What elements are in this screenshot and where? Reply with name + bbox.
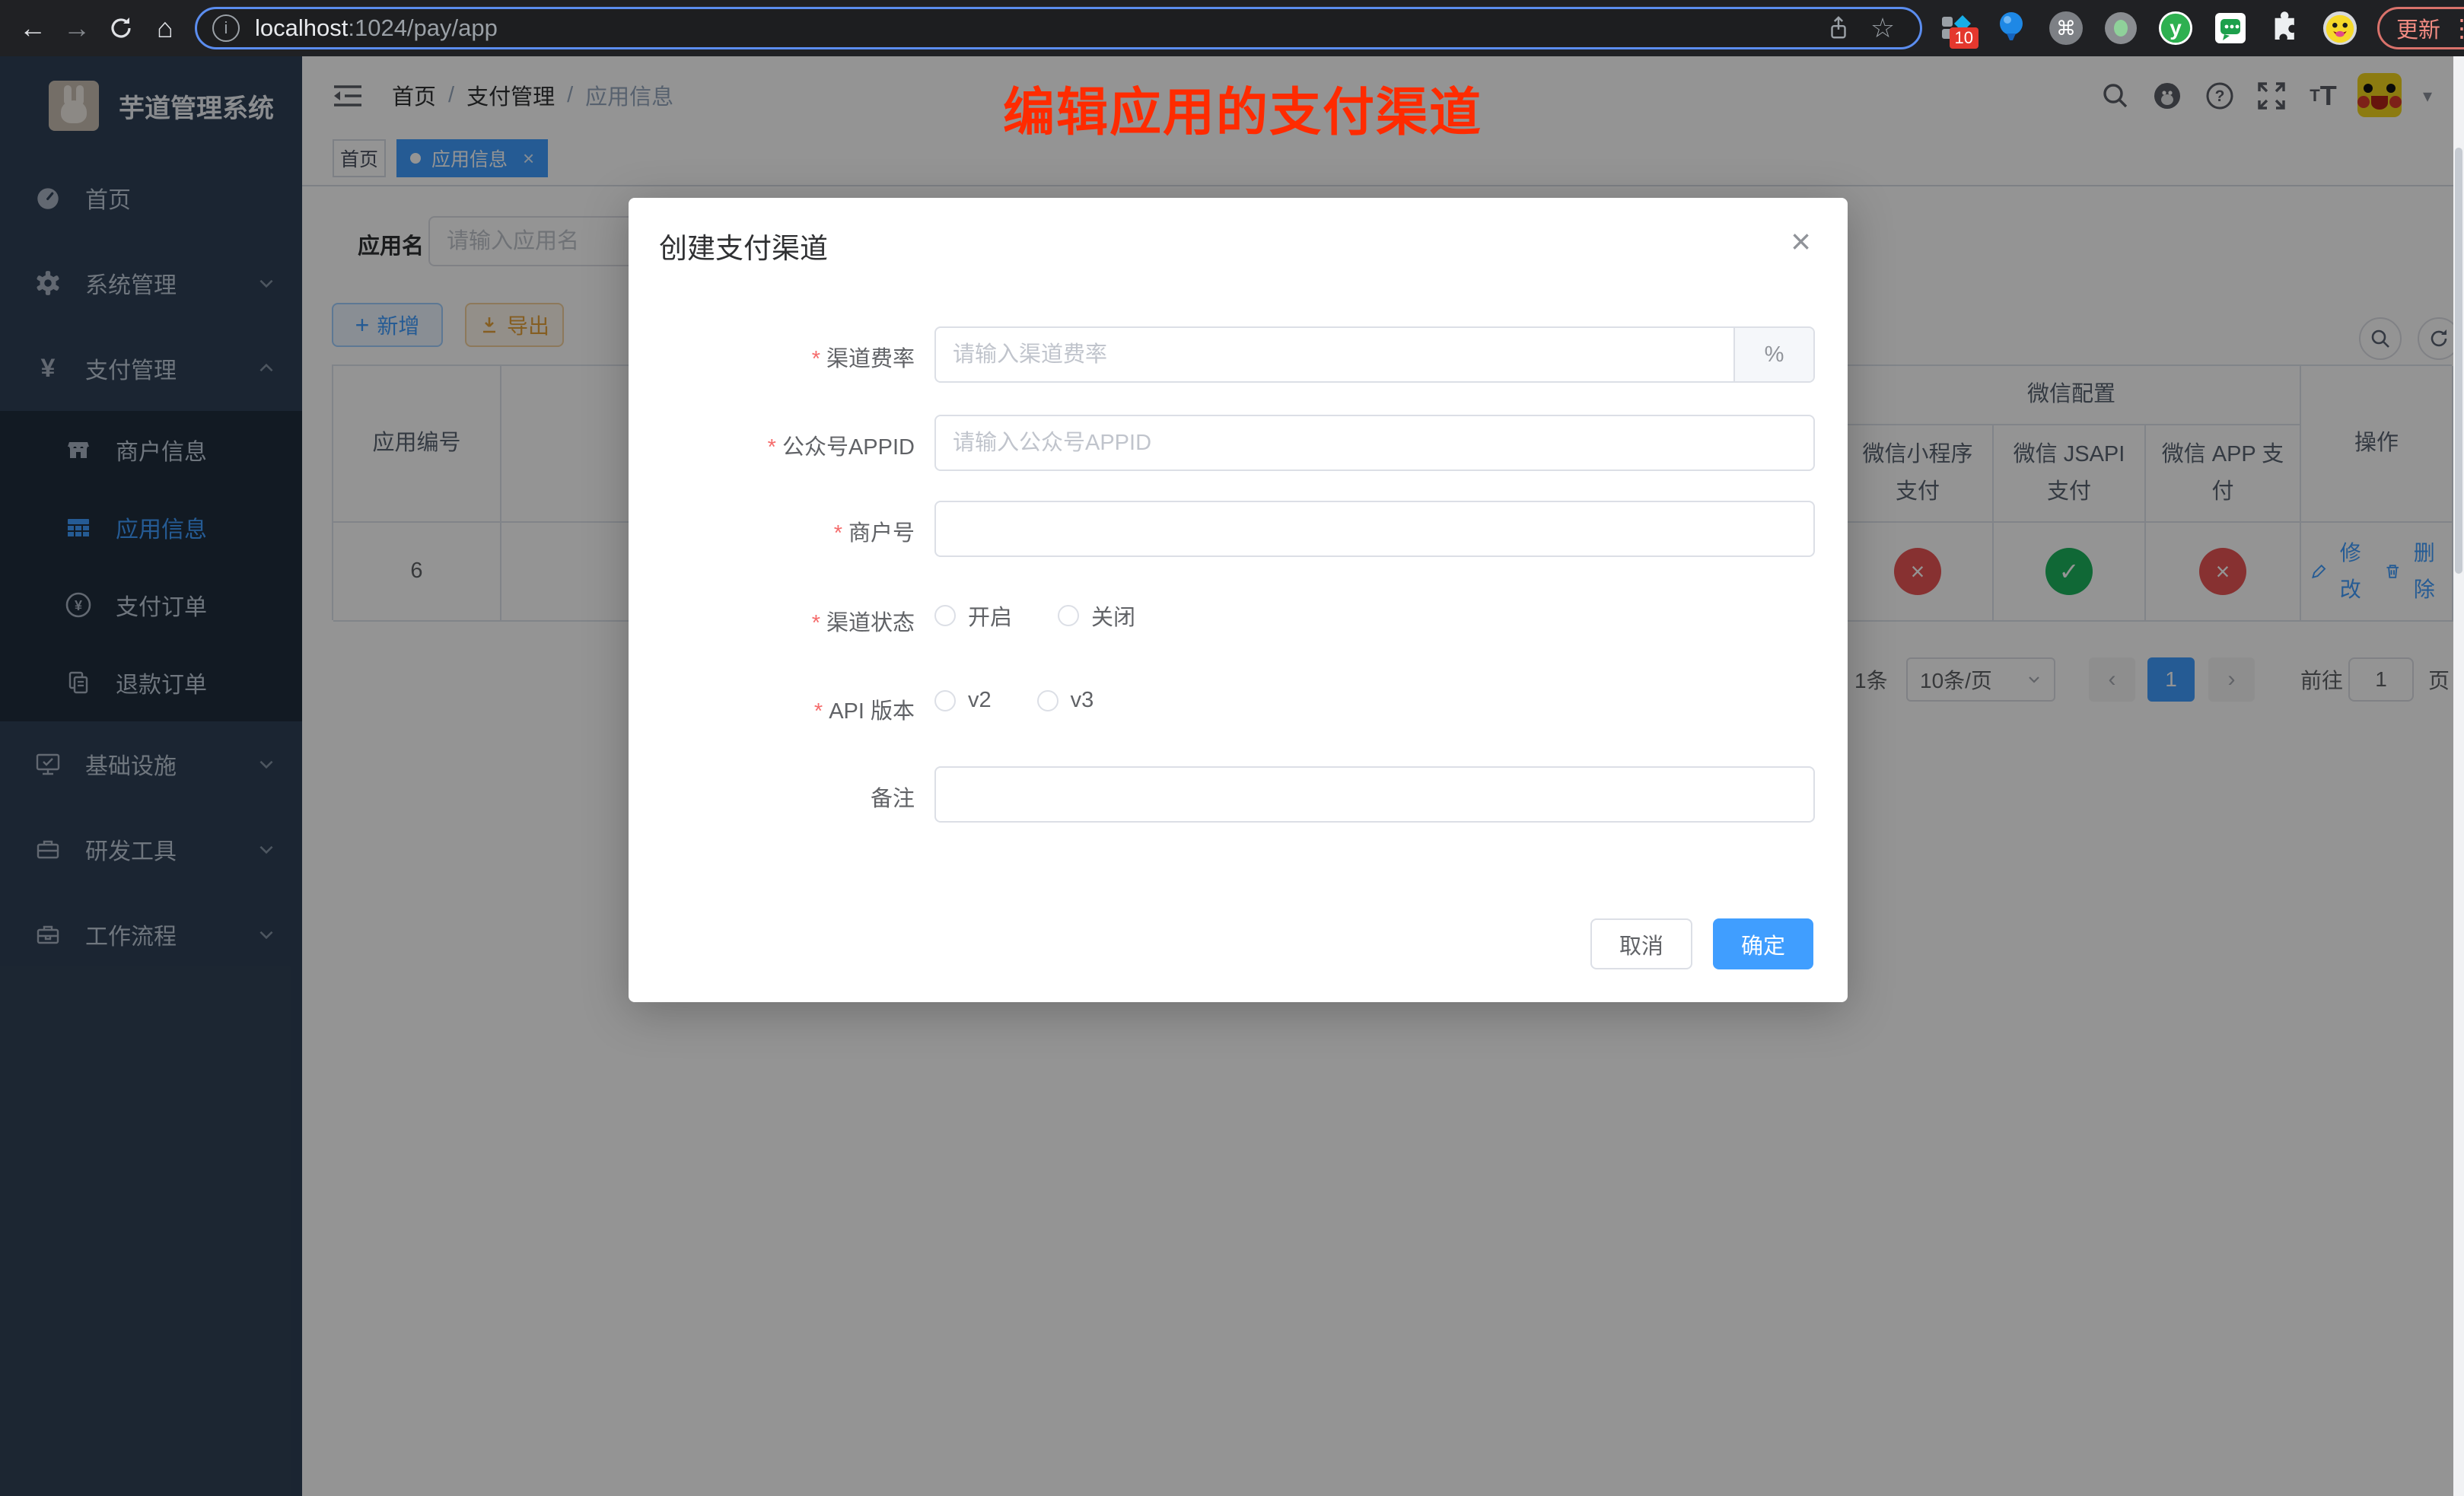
browser-toolbar: ← → ⌂ i localhost:1024/pay/app ☆ 10 <box>0 0 2464 56</box>
radio-label: v2 <box>968 688 992 713</box>
annotation-text: 编辑应用的支付渠道 <box>1003 70 1482 145</box>
status-radio-group: 开启 关闭 <box>934 600 1135 632</box>
browser-forward-icon[interactable]: → <box>55 6 99 50</box>
share-icon[interactable] <box>1816 6 1861 50</box>
appid-input-wrap <box>934 415 1815 471</box>
bookmark-star-icon[interactable]: ☆ <box>1861 6 1905 50</box>
cancel-button[interactable]: 取消 <box>1590 918 1692 969</box>
extension-balloon-icon[interactable] <box>1994 11 2029 46</box>
radio-status-open[interactable]: 开启 <box>934 600 1012 632</box>
required-star: * <box>814 699 823 724</box>
browser-back-icon[interactable]: ← <box>11 6 55 50</box>
radio-circle-icon <box>934 605 956 626</box>
create-channel-dialog: 创建支付渠道 × *渠道费率 % *公众号APPID *商户号 *渠道状态 <box>629 198 1848 1002</box>
extensions-puzzle-icon[interactable] <box>2268 11 2303 46</box>
field-label-appid: *公众号APPID <box>629 429 915 461</box>
radio-circle-icon <box>1058 605 1079 626</box>
address-bar[interactable]: i localhost:1024/pay/app ☆ <box>195 7 1922 49</box>
extension-chat-icon[interactable] <box>2213 11 2248 46</box>
extension-command-icon[interactable]: ⌘ <box>2049 11 2084 46</box>
browser-menu-icon[interactable]: ⋮ <box>2450 14 2464 43</box>
extension-dot-icon[interactable] <box>2103 11 2138 46</box>
radio-label: v3 <box>1071 688 1094 713</box>
update-label: 更新 <box>2396 12 2440 44</box>
required-star: * <box>834 521 842 546</box>
remark-input-wrap <box>934 766 1815 823</box>
site-info-icon[interactable]: i <box>212 14 240 42</box>
dialog-close-icon[interactable]: × <box>1791 221 1811 262</box>
required-star: * <box>812 347 820 371</box>
scrollbar[interactable] <box>2453 56 2464 1496</box>
field-label-remark: 备注 <box>629 781 915 813</box>
profile-emoji-icon[interactable] <box>2322 11 2357 46</box>
radio-label: 开启 <box>968 600 1012 632</box>
radio-circle-icon <box>934 690 956 711</box>
scrollbar-thumb[interactable] <box>2455 148 2462 574</box>
remark-input[interactable] <box>936 768 1813 821</box>
extensions-area: 10 ⌘ y <box>1939 11 2357 46</box>
radio-label: 关闭 <box>1091 600 1135 632</box>
extension-ide-icon[interactable]: 10 <box>1939 11 1974 46</box>
field-label-mch: *商户号 <box>629 515 915 547</box>
rate-input[interactable] <box>936 328 1733 381</box>
app-window: 芋道管理系统 首页 系统管理 <box>0 56 2464 1496</box>
appid-input[interactable] <box>936 416 1813 469</box>
mch-input[interactable] <box>936 502 1813 555</box>
radio-circle-icon <box>1037 690 1059 711</box>
url-host: localhost <box>255 14 348 41</box>
confirm-button[interactable]: 确定 <box>1713 918 1813 969</box>
extension-y-icon[interactable]: y <box>2158 11 2193 46</box>
radio-api-v3[interactable]: v3 <box>1037 688 1094 713</box>
browser-reload-icon[interactable] <box>99 6 143 50</box>
required-star: * <box>768 435 776 460</box>
extension-badge: 10 <box>1950 27 1979 49</box>
percent-suffix: % <box>1733 328 1813 381</box>
radio-api-v2[interactable]: v2 <box>934 688 992 713</box>
url-path: :1024/pay/app <box>348 14 498 41</box>
browser-update-button[interactable]: 更新 ⋮ <box>2377 7 2464 49</box>
mch-input-wrap <box>934 501 1815 557</box>
required-star: * <box>812 611 820 635</box>
dialog-title: 创建支付渠道 <box>659 225 828 266</box>
field-label-rate: *渠道费率 <box>629 341 915 373</box>
browser-home-icon[interactable]: ⌂ <box>143 6 187 50</box>
field-label-api: *API 版本 <box>629 693 915 725</box>
field-label-status: *渠道状态 <box>629 605 915 637</box>
rate-input-wrap: % <box>934 326 1815 383</box>
radio-status-closed[interactable]: 关闭 <box>1058 600 1135 632</box>
api-radio-group: v2 v3 <box>934 688 1094 713</box>
url-text: localhost:1024/pay/app <box>255 14 1816 42</box>
